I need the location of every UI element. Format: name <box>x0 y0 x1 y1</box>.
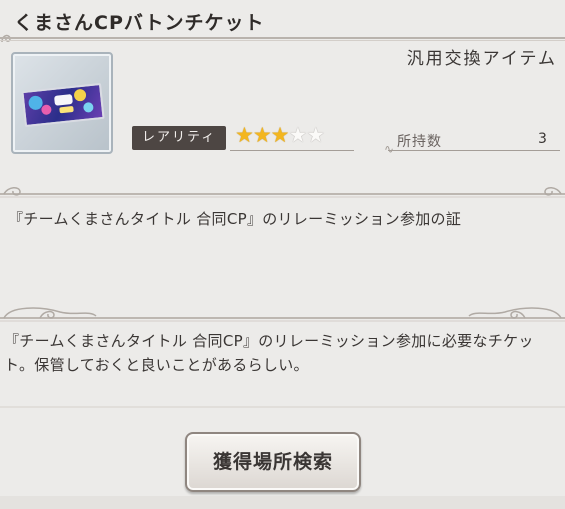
long-description: 『チームくまさんタイトル 合同CP』のリレーミッション参加に必要なチケット。保管… <box>4 332 534 374</box>
star-filled-icon: ★ <box>270 123 290 147</box>
held-count-label: 所持数 <box>397 134 442 150</box>
star-empty-icon: ★ <box>288 123 307 147</box>
held-ornament-icon: ∿ <box>384 142 395 156</box>
star-empty-icon: ★ <box>306 123 325 147</box>
held-underline <box>388 150 560 151</box>
rarity-stars: ★★★★★ <box>235 123 325 147</box>
bottom-strip <box>0 496 565 509</box>
item-icon-frame <box>11 52 113 154</box>
short-description: 『チームくまさんタイトル 合同CP』のリレーミッション参加の証 <box>8 210 462 228</box>
section-divider-ornate <box>0 307 565 322</box>
title-ornament-icon <box>1 34 11 43</box>
rarity-underline <box>230 150 354 151</box>
title-rule <box>0 37 565 39</box>
section-divider-bottom <box>0 406 565 408</box>
held-count-value: 3 <box>538 131 547 147</box>
acquisition-search-button[interactable]: 獲得場所検索 <box>185 432 361 492</box>
title-rule-secondary <box>0 40 565 41</box>
star-filled-icon: ★ <box>235 123 254 147</box>
star-filled-icon: ★ <box>252 123 272 147</box>
baton-ticket-icon <box>21 82 105 128</box>
item-category: 汎用交換アイテム <box>406 49 557 69</box>
section-divider-top <box>0 187 565 198</box>
rarity-badge: レアリティ <box>132 126 227 150</box>
item-name-title: くまさんCPバトンチケット <box>14 12 265 34</box>
